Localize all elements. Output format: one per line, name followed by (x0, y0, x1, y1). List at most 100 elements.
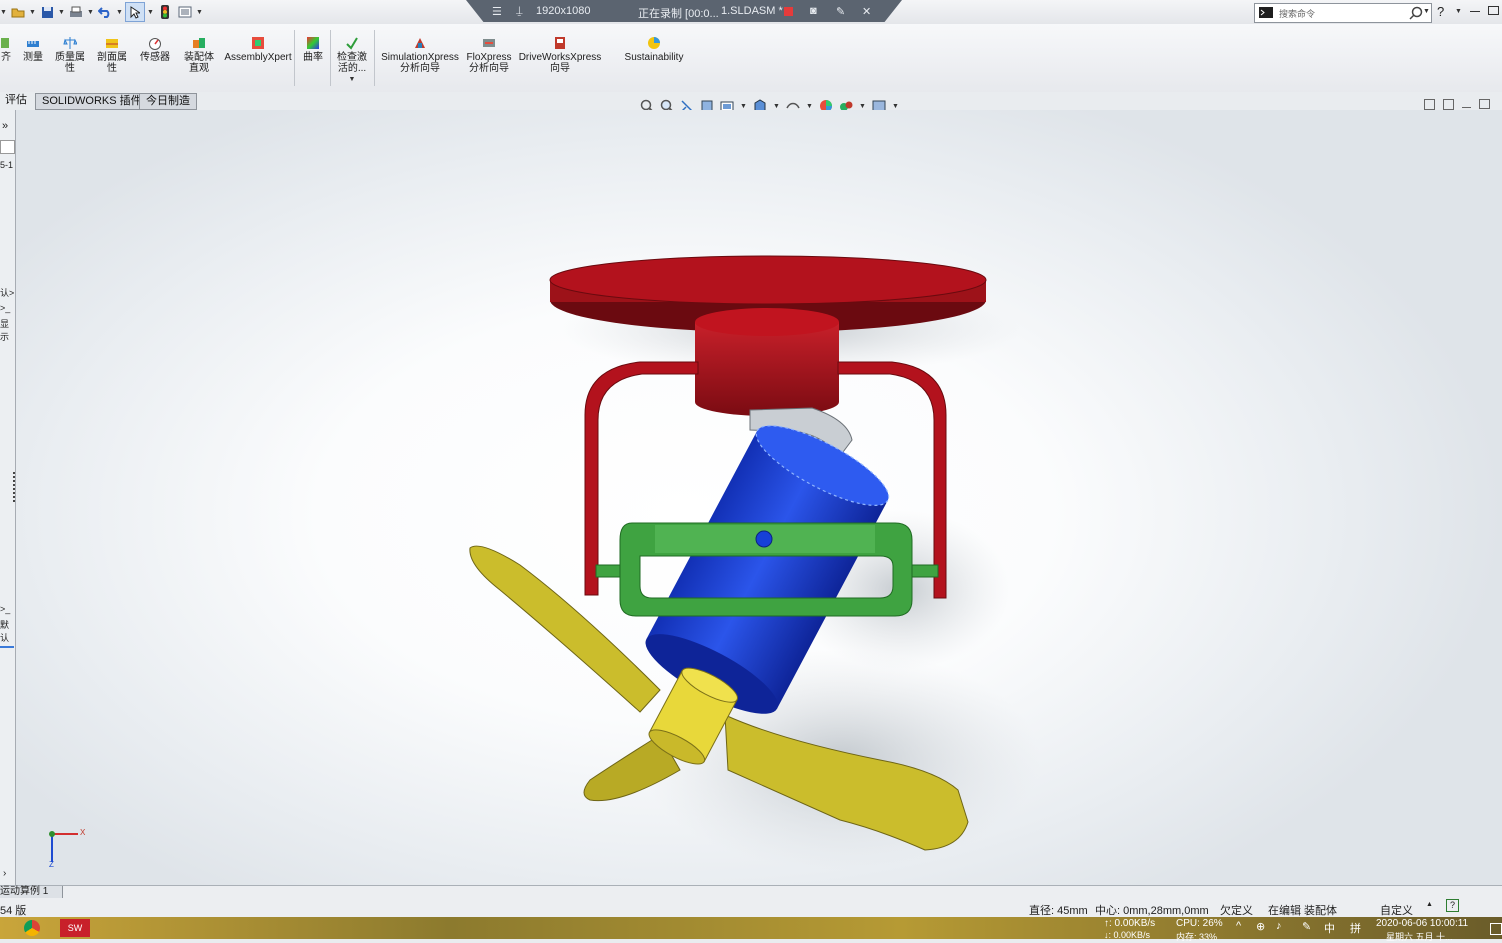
red-hub (695, 322, 839, 416)
notification-icon[interactable] (1490, 923, 1502, 935)
ribbon-curvature-button[interactable]: 曲率 (300, 36, 326, 63)
chevron-down-icon[interactable]: ▼ (29, 9, 36, 16)
close-icon[interactable]: ✕ (862, 5, 871, 18)
ribbon-sustainability-button[interactable]: Sustainability (620, 36, 688, 63)
chevron-down-icon[interactable]: ▼ (58, 9, 65, 16)
chrome-icon[interactable] (24, 920, 40, 936)
chevron-up-icon[interactable]: ^ (1236, 920, 1241, 932)
ribbon-check-active-button[interactable]: 检查激活的... ▼ (334, 36, 370, 85)
motion-study-tab[interactable]: 运动算例 1 (0, 886, 63, 898)
split-icon[interactable] (1443, 99, 1454, 110)
chevron-down-icon[interactable]: ▼ (806, 103, 813, 110)
status-editing: 在编辑 装配体 (1268, 905, 1338, 917)
ribbon-assembly-visualization-button[interactable]: 装配体直观 (180, 36, 218, 74)
chevron-down-icon[interactable]: ▼ (1455, 8, 1462, 15)
units-selector[interactable]: 自定义 (1380, 902, 1413, 918)
ribbon-mass-properties-button[interactable]: 质量属性 (52, 36, 88, 74)
ribbon-label: 测量 (23, 52, 43, 63)
help-icon[interactable]: ? (1437, 4, 1444, 19)
assembly-visualization-icon (193, 38, 205, 48)
pen-icon[interactable]: ✎ (836, 5, 845, 18)
ribbon-assemblyxpert-button[interactable]: AssemblyXpert (224, 36, 292, 63)
help-icon[interactable]: ? (1446, 899, 1459, 912)
ime-mode[interactable]: 拼 (1350, 920, 1361, 936)
chevron-down-icon[interactable]: ▼ (740, 103, 747, 110)
network-icon[interactable]: ⊕ (1256, 920, 1265, 933)
chevron-down-icon[interactable]: ▼ (0, 9, 7, 16)
minimize-icon[interactable] (1462, 107, 1471, 108)
windows-taskbar: SW ↑: 0.00KB/s ↓: 0.00KB/s CPU: 26% 内存: … (0, 917, 1502, 942)
ribbon-align-button[interactable]: 齐 (0, 36, 12, 63)
chevron-down-icon[interactable]: ▼ (147, 9, 154, 16)
triad-x-label: X (80, 828, 86, 837)
ribbon-floxpress-button[interactable]: FloXpress 分析向导 (466, 36, 512, 74)
chevron-down-icon[interactable]: ▼ (773, 103, 780, 110)
ribbon-label: 剖面属性 (97, 52, 127, 74)
chevron-right-icon[interactable]: › (3, 868, 6, 879)
solidworks-icon[interactable]: SW (60, 919, 90, 937)
search-commands-input[interactable]: 搜索命令 (1254, 3, 1432, 23)
chevron-down-icon[interactable]: ▼ (1423, 8, 1430, 15)
triad-z-label: Z (49, 860, 54, 869)
ribbon-section-properties-button[interactable]: 剖面属性 (94, 36, 130, 74)
assemblyxpert-icon (252, 37, 264, 49)
curvature-icon (307, 37, 319, 49)
clock-datetime[interactable]: 2020-06-06 10:00:11 (1376, 918, 1468, 929)
tree-item-text: 默认 (0, 620, 10, 643)
ime-language[interactable]: 中 (1324, 920, 1335, 936)
chevron-up-icon[interactable]: ▲ (1426, 901, 1433, 908)
recording-bar: ☰ ⍊ 1920x1080 正在录制 [00:0... 1.SLDASM * ◙… (466, 0, 902, 22)
print-icon[interactable] (67, 3, 85, 21)
undo-icon[interactable] (96, 3, 114, 21)
ribbon-measure-button[interactable]: 测量 (20, 36, 46, 63)
ribbon-simulationxpress-button[interactable]: SimulationXpress 分析向导 (380, 36, 460, 74)
chevron-down-icon[interactable]: ▼ (116, 9, 123, 16)
tree-item-text: 认> (0, 288, 15, 298)
fan-assembly-model[interactable] (16, 110, 1502, 885)
status-center: 中心: 0mm,28mm,0mm (1095, 905, 1209, 917)
chevron-down-icon[interactable]: ▼ (892, 103, 899, 110)
rebuild-icon[interactable] (156, 3, 174, 21)
chevron-down-icon[interactable]: ▼ (196, 9, 203, 16)
expand-panel-button[interactable]: » (2, 120, 8, 132)
tab-solidworks-addins[interactable]: SOLIDWORKS 插件 (35, 93, 149, 110)
graphics-area[interactable]: X Z (16, 110, 1502, 885)
save-icon[interactable] (38, 3, 56, 21)
ribbon-sensor-button[interactable]: 传感器 (136, 36, 174, 63)
stop-record-icon[interactable] (784, 7, 793, 16)
tab-today-manufacturing[interactable]: 今日制造 (139, 93, 197, 110)
volume-icon[interactable]: ♪ (1276, 920, 1282, 932)
quick-access-toolbar: ▼ ▼ ▼ ▼ ▼ ▼ ▼ (0, 2, 203, 22)
top-plate (549, 255, 987, 305)
command-prompt-icon (1259, 7, 1273, 18)
options-icon[interactable] (176, 3, 194, 21)
status-constraint: 欠定义 (1220, 905, 1253, 917)
panel-tab[interactable] (0, 140, 15, 154)
ribbon-driveworksxpress-button[interactable]: DriveWorksXpress 向导 (518, 36, 602, 74)
minimize-icon[interactable] (1470, 11, 1480, 12)
open-icon[interactable] (9, 3, 27, 21)
tab-evaluate[interactable]: 评估 (0, 93, 33, 108)
ribbon-label: 质量属性 (55, 52, 85, 74)
restore-icon[interactable] (1479, 99, 1490, 109)
pen-icon[interactable]: ✎ (1302, 920, 1311, 933)
ribbon-label: AssemblyXpert (224, 52, 292, 63)
tile-icon[interactable] (1424, 99, 1435, 110)
feature-manager-collapsed: » 5-1 认> >_ 显示 >_ 默认 › (0, 110, 16, 885)
cpu-usage: CPU: 26% (1176, 918, 1223, 929)
chevron-down-icon[interactable]: ▼ (349, 74, 356, 85)
camera-icon[interactable]: ◙ (810, 5, 817, 17)
viewport-window-controls (1424, 99, 1490, 110)
check-icon (346, 37, 358, 50)
chevron-down-icon[interactable]: ▼ (87, 9, 94, 16)
menu-icon[interactable]: ☰ (492, 5, 502, 18)
select-icon[interactable] (125, 2, 145, 22)
search-icon[interactable] (1409, 6, 1423, 20)
restore-icon[interactable] (1488, 6, 1499, 15)
ribbon-label: 传感器 (140, 52, 170, 63)
ribbon-label: Sustainability (624, 52, 684, 63)
pin-icon[interactable]: ⍊ (516, 5, 523, 18)
status-diameter: 直径: 45mm (1029, 905, 1088, 917)
ribbon-separator (374, 30, 375, 86)
chevron-down-icon[interactable]: ▼ (859, 103, 866, 110)
